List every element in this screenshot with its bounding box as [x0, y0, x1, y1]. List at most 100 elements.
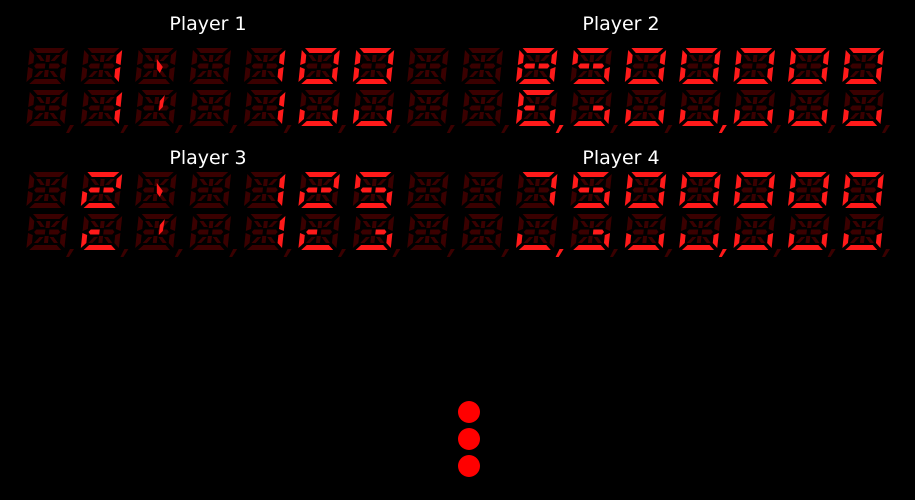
comma-segment [610, 125, 618, 133]
comma-segment [120, 249, 129, 257]
ball-indicator [458, 401, 480, 423]
score-digit-bottom-14 [788, 90, 830, 126]
score-digit-bottom-1 [80, 90, 123, 126]
comma-segment [392, 125, 401, 133]
score-digit-top-12 [679, 48, 721, 84]
score-digit-top-0 [26, 172, 68, 208]
comma-segment [610, 249, 618, 257]
score-digit-top-3 [189, 172, 231, 208]
comma-segment [338, 125, 346, 133]
score-digit-top-8 [461, 48, 503, 84]
comma-segment [283, 249, 292, 257]
score-digit-top-6 [352, 48, 395, 84]
score-digit-top-1 [80, 172, 123, 208]
score-digit-top-13 [733, 172, 775, 208]
score-digit-bottom-8 [461, 90, 503, 126]
score-digit-bottom-2 [135, 90, 177, 126]
colon-segment [156, 59, 163, 73]
comma-segment [446, 249, 455, 257]
colon-segment [156, 183, 163, 197]
comma-segment [174, 249, 183, 257]
comma-segment [66, 125, 74, 133]
score-digit-bottom-7 [407, 90, 449, 126]
score-digit-bottom-11 [624, 214, 667, 250]
score-digit-top-8 [461, 172, 503, 208]
score-digit-top-11 [624, 48, 667, 84]
comma-segment [120, 125, 129, 133]
score-digit-top-2 [135, 48, 177, 84]
score-digit-bottom-0 [26, 214, 68, 250]
comma-segment [501, 125, 510, 133]
player-1-2-score-display [22, 43, 894, 135]
score-digit-bottom-0 [26, 90, 68, 126]
score-digit-bottom-4 [244, 90, 286, 126]
score-digit-bottom-9 [516, 90, 558, 126]
score-digit-bottom-12 [679, 90, 721, 126]
score-digit-top-15 [842, 172, 884, 208]
score-digit-top-15 [842, 48, 884, 84]
comma-segment [229, 125, 238, 133]
player-3-label: Player 3 [169, 147, 247, 169]
comma-segment [229, 249, 238, 257]
score-digit-bottom-2 [135, 214, 177, 250]
score-digit-top-13 [733, 48, 775, 84]
score-digit-top-9 [516, 48, 558, 84]
player-4-label: Player 4 [582, 147, 660, 169]
score-digit-top-7 [407, 172, 449, 208]
score-digit-bottom-15 [842, 90, 884, 126]
score-digit-bottom-1 [80, 214, 123, 250]
score-digit-top-14 [788, 48, 830, 84]
score-digit-bottom-6 [352, 90, 395, 126]
score-digit-top-10 [570, 48, 612, 84]
comma-segment [827, 125, 836, 133]
score-digit-bottom-15 [842, 214, 884, 250]
comma-segment [392, 249, 401, 257]
score-digit-bottom-6 [352, 214, 395, 250]
score-digit-top-1 [80, 48, 123, 84]
score-digit-bottom-9 [516, 214, 558, 250]
score-digit-top-14 [788, 172, 830, 208]
score-digit-bottom-3 [189, 90, 231, 126]
score-digit-bottom-4 [244, 214, 286, 250]
comma-segment [718, 249, 727, 257]
comma-segment [446, 125, 455, 133]
score-digit-bottom-10 [570, 214, 612, 250]
player-1-label: Player 1 [169, 13, 247, 35]
score-digit-top-0 [26, 48, 68, 84]
comma-segment [773, 125, 782, 133]
ball-indicator [458, 428, 480, 450]
score-digit-bottom-13 [733, 90, 775, 126]
score-digit-top-10 [570, 172, 612, 208]
comma-segment [174, 125, 183, 133]
player-2-label: Player 2 [582, 13, 660, 35]
comma-segment [501, 249, 510, 257]
comma-segment [664, 249, 673, 257]
score-digit-top-4 [244, 172, 286, 208]
comma-segment [338, 249, 346, 257]
score-digit-bottom-11 [624, 90, 667, 126]
score-digit-bottom-10 [570, 90, 612, 126]
comma-segment [882, 125, 890, 133]
score-digit-top-2 [135, 172, 177, 208]
score-digit-bottom-7 [407, 214, 449, 250]
score-digit-bottom-8 [461, 214, 503, 250]
score-digit-top-5 [298, 48, 340, 84]
score-digit-top-4 [244, 48, 286, 84]
comma-segment [718, 125, 727, 133]
comma-segment [66, 249, 74, 257]
score-digit-bottom-5 [298, 90, 340, 126]
score-digit-bottom-5 [298, 214, 340, 250]
score-digit-top-7 [407, 48, 449, 84]
comma-segment [555, 249, 564, 257]
score-digit-top-5 [298, 172, 340, 208]
score-digit-bottom-3 [189, 214, 231, 250]
comma-segment [773, 249, 782, 257]
comma-segment [664, 125, 673, 133]
score-digit-top-11 [624, 172, 667, 208]
comma-segment [555, 125, 564, 133]
score-digit-bottom-12 [679, 214, 721, 250]
score-digit-top-9 [516, 172, 558, 208]
score-digit-top-6 [352, 172, 395, 208]
score-digit-top-12 [679, 172, 721, 208]
comma-segment [827, 249, 836, 257]
